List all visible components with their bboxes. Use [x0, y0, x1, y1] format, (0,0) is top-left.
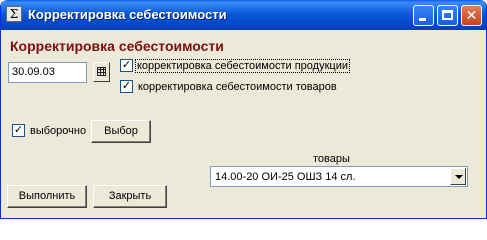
form-heading: Корректировка себестоимости — [10, 38, 224, 54]
window-title: Корректировка себестоимости — [28, 7, 227, 22]
chevron-down-icon — [455, 175, 463, 179]
calendar-icon — [97, 67, 106, 76]
run-button[interactable]: Выполнить — [7, 185, 87, 208]
select-button[interactable]: Выбор — [91, 120, 151, 143]
maximize-icon — [442, 10, 453, 20]
checkbox-products[interactable]: ✓ — [120, 59, 133, 72]
dialog-window: Σ Корректировка себестоимости ✕ Корректи… — [0, 0, 487, 219]
checkbox-products-label[interactable]: корректировка себестоимости продукции — [135, 59, 350, 73]
close-icon: ✕ — [465, 7, 478, 23]
date-input[interactable]: 30.09.03 — [8, 62, 87, 83]
maximize-button[interactable] — [437, 5, 458, 26]
checkbox-selective[interactable]: ✓ — [12, 124, 25, 137]
checkbox-goods-label[interactable]: корректировка себестоимости товаров — [138, 81, 337, 93]
checkbox-goods[interactable]: ✓ — [120, 80, 133, 93]
calendar-button[interactable] — [93, 62, 110, 82]
goods-dropdown-value: 14.00-20 ОИ-25 ОШЗ 14 сл. — [215, 171, 356, 183]
close-window-button[interactable]: ✕ — [461, 5, 482, 26]
dropdown-arrow-button[interactable] — [450, 168, 466, 185]
goods-label: товары — [313, 153, 350, 165]
goods-dropdown[interactable]: 14.00-20 ОИ-25 ОШЗ 14 сл. — [210, 166, 468, 187]
minimize-button[interactable] — [413, 5, 434, 26]
title-bar[interactable]: Σ Корректировка себестоимости ✕ — [1, 0, 486, 30]
checkbox-selective-label[interactable]: выборочно — [30, 125, 86, 137]
close-button[interactable]: Закрыть — [93, 185, 167, 208]
minimize-icon — [419, 18, 426, 21]
app-sigma-icon: Σ — [6, 6, 22, 22]
